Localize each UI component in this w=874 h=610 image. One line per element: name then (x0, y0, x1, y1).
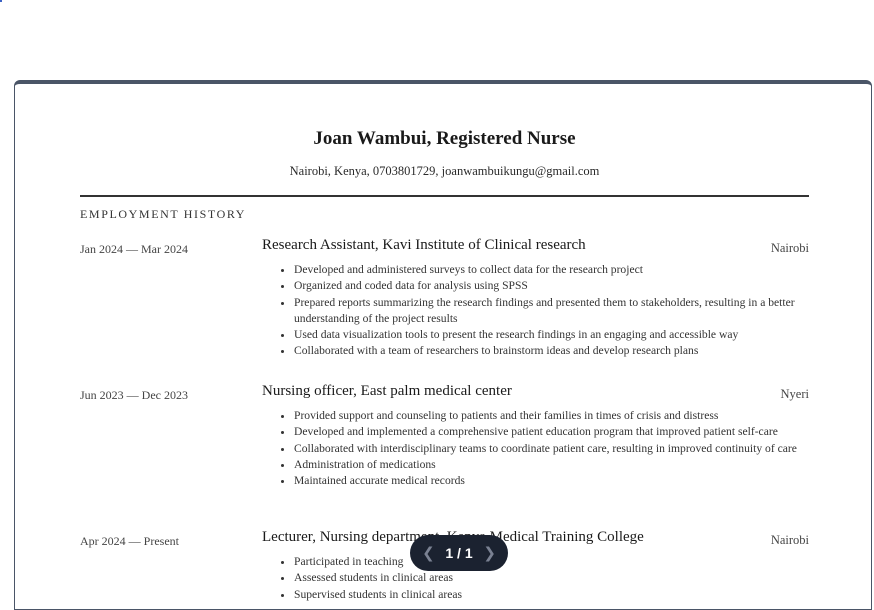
job-bullets: Provided support and counseling to patie… (262, 408, 809, 489)
section-title-employment: EMPLOYMENT HISTORY (80, 207, 247, 221)
job-bullet: Collaborated with interdisciplinary team… (294, 441, 809, 457)
job-city: Nairobi (770, 533, 809, 547)
resume-name: Joan Wambui, Registered Nurse (313, 128, 576, 149)
job-bullets: Developed and administered surveys to co… (262, 262, 809, 360)
job-bullet: Participated in teaching (294, 554, 809, 570)
job-dates: Jan 2024 — Mar 2024 (80, 242, 188, 256)
job-city: Nairobi (770, 241, 809, 255)
job-bullet: Organized and coded data for analysis us… (294, 278, 809, 294)
job-bullet: Assessed students in clinical areas (294, 570, 809, 586)
job-dates: Jun 2023 — Dec 2023 (80, 388, 188, 402)
job-bullet: Collaborated with a team of researchers … (294, 343, 809, 359)
job-title: Research Assistant, Kavi Institute of Cl… (262, 237, 586, 253)
job-bullet: Provided support and counseling to patie… (294, 408, 809, 424)
page-count: 1 / 1 (445, 545, 473, 561)
job-city: Nyeri (780, 387, 809, 401)
job-bullets: Participated in teaching Assessed studen… (262, 554, 809, 603)
document-viewer[interactable]: Joan Wambui, Registered Nurse Nairobi, K… (14, 80, 872, 610)
chevron-left-icon[interactable]: ❮ (417, 544, 439, 562)
job-dates: Apr 2024 — Present (80, 534, 179, 548)
job-bullet: Developed and implemented a comprehensiv… (294, 424, 809, 440)
job-bullet: Maintained accurate medical records (294, 473, 809, 489)
job-bullet: Developed and administered surveys to co… (294, 262, 809, 278)
job-bullet: Used data visualization tools to present… (294, 327, 809, 343)
job-bullet: Administration of medications (294, 457, 809, 473)
corner-marker (0, 0, 2, 2)
page-navigator: ❮ 1 / 1 ❯ (410, 535, 508, 571)
job-bullet: Prepared reports summarizing the researc… (294, 295, 809, 328)
resume-contact: Nairobi, Kenya, 0703801729, joanwambuiku… (289, 164, 600, 178)
chevron-right-icon[interactable]: ❯ (479, 544, 501, 562)
job-title: Nursing officer, East palm medical cente… (262, 383, 512, 399)
header-divider (80, 195, 809, 197)
